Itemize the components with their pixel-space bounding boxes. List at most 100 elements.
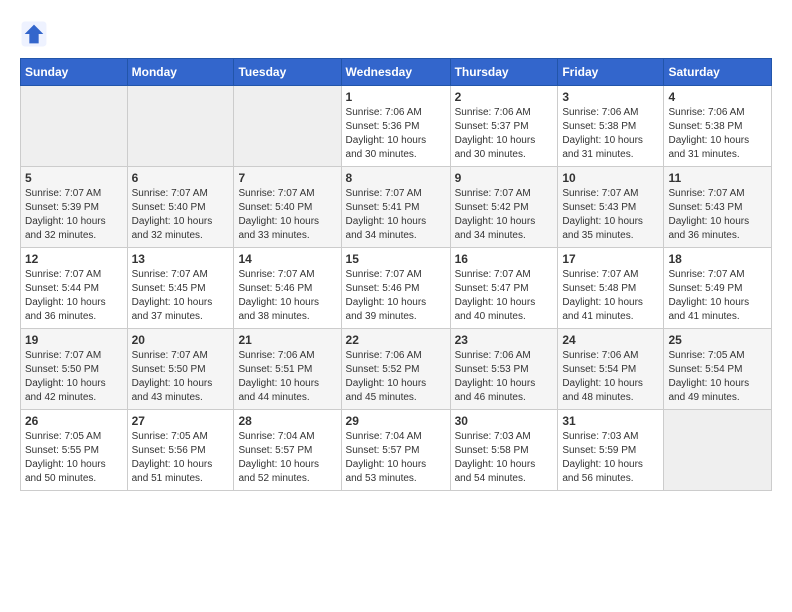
day-number: 16 [455, 252, 554, 266]
day-number: 1 [346, 90, 446, 104]
calendar-cell: 5Sunrise: 7:07 AMSunset: 5:39 PMDaylight… [21, 167, 128, 248]
day-number: 7 [238, 171, 336, 185]
page-header [20, 20, 772, 48]
day-number: 9 [455, 171, 554, 185]
day-detail: Sunrise: 7:05 AMSunset: 5:56 PMDaylight:… [132, 430, 230, 486]
day-detail: Sunrise: 7:05 AMSunset: 5:55 PMDaylight:… [25, 430, 123, 486]
day-number: 31 [562, 414, 659, 428]
day-number: 21 [238, 333, 336, 347]
day-number: 14 [238, 252, 336, 266]
day-detail: Sunrise: 7:06 AMSunset: 5:37 PMDaylight:… [455, 106, 554, 162]
day-detail: Sunrise: 7:07 AMSunset: 5:48 PMDaylight:… [562, 268, 659, 324]
day-number: 5 [25, 171, 123, 185]
calendar-week-row: 12 Sunrise: 7:07 AMSunset: 5:44 PMDayligh… [21, 248, 772, 329]
calendar-cell: 10 Sunrise: 7:07 AMSunset: 5:43 PMDayligh… [558, 167, 664, 248]
calendar-header: SundayMondayTuesdayWednesdayThursdayFrid… [21, 59, 772, 86]
weekday-header-wednesday: Wednesday [341, 59, 450, 86]
day-detail: Sunrise: 7:07 AMSunset: 5:43 PMDaylight:… [562, 187, 659, 243]
calendar-cell [234, 86, 341, 167]
day-detail: Sunrise: 7:07 AMSunset: 5:41 PMDaylight:… [346, 187, 446, 243]
weekday-header-sunday: Sunday [21, 59, 128, 86]
day-detail: Sunrise: 7:07 AMSunset: 5:47 PMDaylight:… [455, 268, 554, 324]
day-detail: Sunrise: 7:06 AMSunset: 5:54 PMDaylight:… [562, 349, 659, 405]
day-detail: Sunrise: 7:07 AMSunset: 5:45 PMDaylight:… [132, 268, 230, 324]
day-number: 20 [132, 333, 230, 347]
calendar-cell [664, 410, 772, 491]
calendar-cell: 12 Sunrise: 7:07 AMSunset: 5:44 PMDayligh… [21, 248, 128, 329]
day-number: 26 [25, 414, 123, 428]
day-number: 17 [562, 252, 659, 266]
day-number: 3 [562, 90, 659, 104]
day-detail: Sunrise: 7:07 AMSunset: 5:50 PMDaylight:… [132, 349, 230, 405]
calendar-cell: 28Sunrise: 7:04 AMSunset: 5:57 PMDayligh… [234, 410, 341, 491]
calendar-body: 1Sunrise: 7:06 AMSunset: 5:36 PMDaylight… [21, 86, 772, 491]
day-number: 2 [455, 90, 554, 104]
weekday-header-thursday: Thursday [450, 59, 558, 86]
day-number: 11 [668, 171, 767, 185]
day-number: 19 [25, 333, 123, 347]
calendar-cell: 25Sunrise: 7:05 AMSunset: 5:54 PMDayligh… [664, 329, 772, 410]
weekday-header-friday: Friday [558, 59, 664, 86]
day-number: 15 [346, 252, 446, 266]
logo-icon [20, 20, 48, 48]
calendar-cell: 16 Sunrise: 7:07 AMSunset: 5:47 PMDayligh… [450, 248, 558, 329]
calendar-cell: 15Sunrise: 7:07 AMSunset: 5:46 PMDayligh… [341, 248, 450, 329]
day-detail: Sunrise: 7:04 AMSunset: 5:57 PMDaylight:… [346, 430, 446, 486]
day-number: 30 [455, 414, 554, 428]
day-detail: Sunrise: 7:05 AMSunset: 5:54 PMDaylight:… [668, 349, 767, 405]
calendar-cell: 2 Sunrise: 7:06 AMSunset: 5:37 PMDaylight… [450, 86, 558, 167]
day-detail: Sunrise: 7:07 AMSunset: 5:49 PMDaylight:… [668, 268, 767, 324]
calendar-cell: 18 Sunrise: 7:07 AMSunset: 5:49 PMDayligh… [664, 248, 772, 329]
calendar-cell: 1Sunrise: 7:06 AMSunset: 5:36 PMDaylight… [341, 86, 450, 167]
day-number: 12 [25, 252, 123, 266]
calendar-cell: 20 Sunrise: 7:07 AMSunset: 5:50 PMDayligh… [127, 329, 234, 410]
calendar-cell: 27 Sunrise: 7:05 AMSunset: 5:56 PMDayligh… [127, 410, 234, 491]
calendar-cell [127, 86, 234, 167]
calendar-week-row: 1Sunrise: 7:06 AMSunset: 5:36 PMDaylight… [21, 86, 772, 167]
day-detail: Sunrise: 7:06 AMSunset: 5:53 PMDaylight:… [455, 349, 554, 405]
calendar-cell: 11 Sunrise: 7:07 AMSunset: 5:43 PMDayligh… [664, 167, 772, 248]
day-detail: Sunrise: 7:07 AMSunset: 5:40 PMDaylight:… [238, 187, 336, 243]
day-number: 18 [668, 252, 767, 266]
day-number: 24 [562, 333, 659, 347]
calendar-cell: 19 Sunrise: 7:07 AMSunset: 5:50 PMDayligh… [21, 329, 128, 410]
day-detail: Sunrise: 7:06 AMSunset: 5:38 PMDaylight:… [668, 106, 767, 162]
day-detail: Sunrise: 7:07 AMSunset: 5:44 PMDaylight:… [25, 268, 123, 324]
calendar-cell: 8 Sunrise: 7:07 AMSunset: 5:41 PMDaylight… [341, 167, 450, 248]
weekday-header-row: SundayMondayTuesdayWednesdayThursdayFrid… [21, 59, 772, 86]
day-number: 13 [132, 252, 230, 266]
day-detail: Sunrise: 7:03 AMSunset: 5:59 PMDaylight:… [562, 430, 659, 486]
calendar-cell: 9 Sunrise: 7:07 AMSunset: 5:42 PMDaylight… [450, 167, 558, 248]
calendar-cell: 30Sunrise: 7:03 AMSunset: 5:58 PMDayligh… [450, 410, 558, 491]
calendar-week-row: 26 Sunrise: 7:05 AMSunset: 5:55 PMDayligh… [21, 410, 772, 491]
day-number: 8 [346, 171, 446, 185]
day-number: 23 [455, 333, 554, 347]
calendar-table: SundayMondayTuesdayWednesdayThursdayFrid… [20, 58, 772, 491]
day-detail: Sunrise: 7:07 AMSunset: 5:42 PMDaylight:… [455, 187, 554, 243]
calendar-cell: 4 Sunrise: 7:06 AMSunset: 5:38 PMDaylight… [664, 86, 772, 167]
calendar-cell: 13 Sunrise: 7:07 AMSunset: 5:45 PMDayligh… [127, 248, 234, 329]
day-detail: Sunrise: 7:07 AMSunset: 5:43 PMDaylight:… [668, 187, 767, 243]
weekday-header-saturday: Saturday [664, 59, 772, 86]
calendar-cell: 31 Sunrise: 7:03 AMSunset: 5:59 PMDayligh… [558, 410, 664, 491]
weekday-header-tuesday: Tuesday [234, 59, 341, 86]
calendar-cell: 26 Sunrise: 7:05 AMSunset: 5:55 PMDayligh… [21, 410, 128, 491]
day-number: 4 [668, 90, 767, 104]
calendar-cell: 14 Sunrise: 7:07 AMSunset: 5:46 PMDayligh… [234, 248, 341, 329]
calendar-cell: 23 Sunrise: 7:06 AMSunset: 5:53 PMDayligh… [450, 329, 558, 410]
day-detail: Sunrise: 7:07 AMSunset: 5:40 PMDaylight:… [132, 187, 230, 243]
day-detail: Sunrise: 7:06 AMSunset: 5:51 PMDaylight:… [238, 349, 336, 405]
day-number: 10 [562, 171, 659, 185]
calendar-week-row: 5Sunrise: 7:07 AMSunset: 5:39 PMDaylight… [21, 167, 772, 248]
day-detail: Sunrise: 7:06 AMSunset: 5:52 PMDaylight:… [346, 349, 446, 405]
day-detail: Sunrise: 7:07 AMSunset: 5:46 PMDaylight:… [238, 268, 336, 324]
day-number: 6 [132, 171, 230, 185]
calendar-cell: 22 Sunrise: 7:06 AMSunset: 5:52 PMDayligh… [341, 329, 450, 410]
calendar-week-row: 19 Sunrise: 7:07 AMSunset: 5:50 PMDayligh… [21, 329, 772, 410]
calendar-cell [21, 86, 128, 167]
day-detail: Sunrise: 7:07 AMSunset: 5:50 PMDaylight:… [25, 349, 123, 405]
day-number: 22 [346, 333, 446, 347]
day-detail: Sunrise: 7:04 AMSunset: 5:57 PMDaylight:… [238, 430, 336, 486]
calendar-cell: 6 Sunrise: 7:07 AMSunset: 5:40 PMDaylight… [127, 167, 234, 248]
day-number: 27 [132, 414, 230, 428]
